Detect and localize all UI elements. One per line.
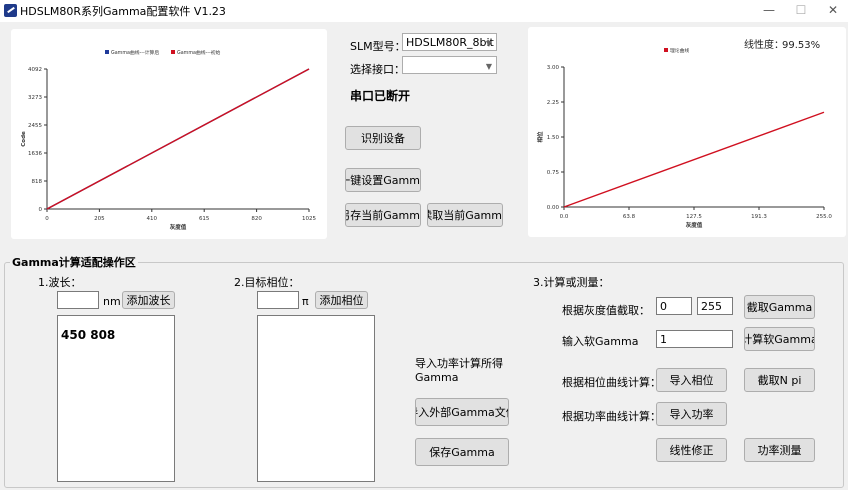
y-axis-label: Code xyxy=(21,131,27,147)
cut-gamma-button[interactable]: 截取Gamma xyxy=(744,295,815,319)
phase-input[interactable] xyxy=(257,291,299,309)
soft-gamma-label: 输入软Gamma xyxy=(562,335,639,348)
calc-soft-gamma-button[interactable]: 计算软Gamma xyxy=(744,327,815,351)
x-tick-label: 615 xyxy=(199,216,210,222)
y-tick-label: 2.25 xyxy=(547,100,560,106)
x-tick-label: 255.0 xyxy=(816,214,832,220)
linearity-label: 线性度： xyxy=(744,38,784,51)
import-phase-button[interactable]: 导入相位 xyxy=(656,368,727,392)
identify-device-button[interactable]: 识别设备 xyxy=(345,126,421,150)
one-click-set-gamma-button[interactable]: 一键设置Gamma xyxy=(345,168,421,192)
port-select[interactable]: ▼ xyxy=(402,56,497,74)
save-gamma-button[interactable]: 保存Gamma xyxy=(415,438,509,466)
x-tick-label: 191.3 xyxy=(751,214,767,220)
add-wavelength-button[interactable]: 添加波长 xyxy=(122,291,175,309)
x-tick-label: 1025 xyxy=(302,216,316,222)
grayscale-cut-label: 根据灰度值截取： xyxy=(562,304,650,317)
gamma-chart: 0 205 410 615 820 1025 0 818 1636 2455 3273 4092 Cod… xyxy=(21,49,316,231)
chevron-down-icon: ▼ xyxy=(485,39,492,48)
y-tick-label: 0 xyxy=(39,207,43,213)
y-tick-label: 3273 xyxy=(28,95,42,101)
x-axis-label: 灰度值 xyxy=(686,221,703,229)
power-curve-label: 根据功率曲线计算： xyxy=(562,410,661,423)
linear-correction-button[interactable]: 线性修正 xyxy=(656,438,727,462)
workspace-title: Gamma计算适配操作区 xyxy=(10,254,138,270)
phase-curve-label: 根据相位曲线计算： xyxy=(562,376,661,389)
y-tick-label: 0.75 xyxy=(547,170,560,176)
x-axis-label: 灰度值 xyxy=(170,223,187,231)
gray-from-input[interactable]: 0 xyxy=(656,297,692,315)
minimize-button[interactable]: — xyxy=(754,1,784,21)
close-button[interactable]: ✕ xyxy=(818,1,848,21)
x-tick-label: 820 xyxy=(251,216,262,222)
chevron-down-icon: ▼ xyxy=(485,62,492,71)
phase-chart-panel: 0.0 63.8 127.5 191.3 255.0 0.00 0.75 1.50 2.25 3.… xyxy=(528,27,846,237)
gray-to-input[interactable]: 255 xyxy=(697,297,733,315)
y-tick-label: 1.50 xyxy=(547,135,560,141)
cut-n-pi-button[interactable]: 截取N pi xyxy=(744,368,815,392)
slm-model-label: SLM型号： xyxy=(350,40,406,53)
wavelength-heading: 1.波长： xyxy=(38,276,82,289)
port-label: 选择接口： xyxy=(350,63,405,76)
y-tick-label: 1636 xyxy=(28,151,42,157)
wavelength-input[interactable] xyxy=(57,291,99,309)
series-line xyxy=(46,68,310,210)
window-title: HDSLM80R系列Gamma配置软件 V1.23 xyxy=(20,5,226,18)
legend-label: Gamma曲线---初始 xyxy=(177,49,221,56)
title-bar: HDSLM80R系列Gamma配置软件 V1.23 — ☐ ✕ xyxy=(0,0,848,22)
legend-swatch xyxy=(171,50,175,54)
port-status: 串口已断开 xyxy=(350,89,411,103)
y-axis-label: 相位 xyxy=(536,131,544,143)
target-phase-heading: 2.目标相位： xyxy=(234,276,300,289)
slm-model-select[interactable]: HDSLM80R_8bit ▼ xyxy=(402,33,497,51)
import-power-gamma-text: 导入功率计算所得Gamma xyxy=(415,357,503,384)
wavelength-list-text: 450 808 xyxy=(61,328,116,342)
power-measure-button[interactable]: 功率测量 xyxy=(744,438,815,462)
y-tick-label: 4092 xyxy=(28,67,42,73)
y-tick-label: 818 xyxy=(32,179,43,185)
app-icon xyxy=(4,4,17,17)
wavelength-list[interactable]: 450 808 xyxy=(57,315,175,482)
calc-heading: 3.计算或测量： xyxy=(533,276,610,289)
read-current-gamma-button[interactable]: 读取当前Gamma xyxy=(427,203,503,227)
x-tick-label: 63.8 xyxy=(623,214,636,220)
x-tick-label: 0 xyxy=(45,216,49,222)
import-external-gamma-button[interactable]: 导入外部Gamma文件 xyxy=(415,398,509,426)
x-tick-label: 205 xyxy=(94,216,105,222)
add-phase-button[interactable]: 添加相位 xyxy=(315,291,368,309)
gamma-chart-panel: 0 205 410 615 820 1025 0 818 1636 2455 3273 4092 Cod… xyxy=(11,29,327,239)
x-tick-label: 410 xyxy=(147,216,158,222)
legend-swatch xyxy=(105,50,109,54)
x-tick-label: 127.5 xyxy=(686,214,702,220)
y-tick-label: 2455 xyxy=(28,123,42,129)
series-line xyxy=(563,111,825,208)
phase-list[interactable] xyxy=(257,315,375,482)
linearity-value: 99.53% xyxy=(782,40,820,51)
x-tick-label: 0.0 xyxy=(560,214,569,220)
y-tick-label: 3.00 xyxy=(547,65,560,71)
maximize-button[interactable]: ☐ xyxy=(786,1,816,21)
legend-swatch xyxy=(664,48,668,52)
phase-unit: π xyxy=(302,295,309,308)
y-tick-label: 0.00 xyxy=(547,205,560,211)
save-current-gamma-button[interactable]: 另存当前Gamma xyxy=(345,203,421,227)
slm-model-value: HDSLM80R_8bit xyxy=(406,35,494,49)
legend-label: Gamma曲线---计算后 xyxy=(111,49,159,56)
import-power-button[interactable]: 导入功率 xyxy=(656,402,727,426)
wavelength-unit: nm xyxy=(103,295,121,308)
phase-chart: 0.0 63.8 127.5 191.3 255.0 0.00 0.75 1.50 2.25 3.… xyxy=(536,38,832,229)
soft-gamma-input[interactable]: 1 xyxy=(656,330,733,348)
legend-label: 理论曲线 xyxy=(670,47,689,54)
